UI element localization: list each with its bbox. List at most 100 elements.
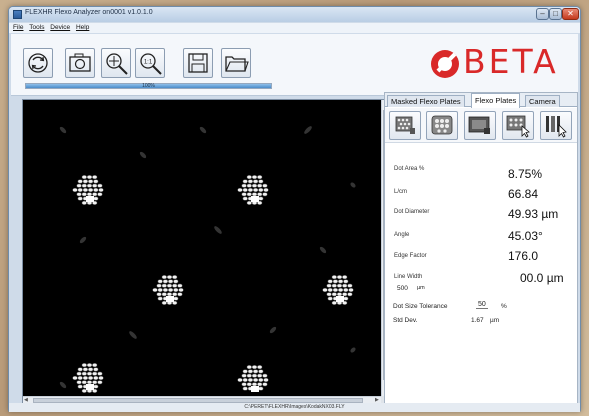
dot-grid-button[interactable] bbox=[389, 111, 421, 140]
halftone-highlight bbox=[251, 386, 259, 392]
menu-file[interactable]: File bbox=[13, 23, 23, 33]
halftone-dot bbox=[331, 275, 337, 280]
halftone-dot bbox=[242, 188, 248, 192]
halftone-dot bbox=[88, 367, 94, 372]
halftone-dot bbox=[242, 179, 248, 184]
halftone-dot bbox=[327, 288, 333, 292]
halftone-dot bbox=[157, 296, 163, 301]
halftone-dot bbox=[326, 292, 332, 297]
tab-camera[interactable]: Camera bbox=[525, 95, 560, 107]
halftone-dot bbox=[262, 373, 268, 378]
halftone-dot bbox=[82, 179, 88, 184]
status-bar: C:\PERET\FLEXHR\Images\KodakNX03.FLY bbox=[9, 403, 580, 412]
halftone-dot bbox=[177, 283, 183, 288]
zoom-actual-button[interactable]: 1:1 bbox=[135, 48, 165, 78]
halftone-dot bbox=[251, 175, 258, 180]
halftone-dot bbox=[257, 175, 263, 180]
dot-size-tolerance-unit: % bbox=[501, 303, 507, 310]
halftone-dot bbox=[161, 283, 167, 288]
dot-area-value: 8.75% bbox=[508, 167, 543, 181]
camera-button[interactable] bbox=[65, 48, 95, 78]
halftone-dot bbox=[342, 292, 348, 297]
halftone-dot bbox=[262, 382, 268, 387]
halftone-dot bbox=[247, 378, 253, 382]
halftone-dot bbox=[257, 382, 263, 387]
dot-cluster-button[interactable] bbox=[426, 111, 458, 140]
halftone-dot bbox=[327, 296, 333, 301]
camera-icon bbox=[69, 53, 91, 72]
halftone-dot bbox=[81, 200, 87, 205]
dot-diameter-value: 49.93 µm bbox=[508, 207, 559, 221]
lpcm-label: L/cm bbox=[394, 189, 408, 195]
line-measure-button[interactable] bbox=[540, 111, 572, 140]
halftone-dot bbox=[258, 179, 264, 184]
halftone-dot bbox=[251, 183, 258, 188]
halftone-dot bbox=[82, 376, 88, 380]
halftone-dot bbox=[168, 279, 174, 284]
save-icon bbox=[188, 53, 208, 73]
halftone-dot bbox=[242, 369, 248, 374]
halftone-dot bbox=[86, 183, 93, 188]
halftone-highlight bbox=[166, 296, 174, 302]
tab-strip: Masked Flexo Plates Flexo Plates Camera bbox=[385, 93, 577, 108]
halftone-dot bbox=[173, 296, 179, 301]
zoom-fit-button[interactable] bbox=[101, 48, 131, 78]
halftone-dot bbox=[257, 183, 263, 188]
image-viewer[interactable]: ▲ ▼ ◀ ▶ bbox=[22, 99, 390, 405]
title-bar: FLEXHR Flexo Analyzer on0001 v1.0.1.0 – … bbox=[9, 7, 580, 22]
halftone-dot bbox=[88, 376, 94, 380]
save-button[interactable] bbox=[183, 48, 213, 78]
halftone-dot bbox=[97, 380, 103, 385]
halftone-dot bbox=[172, 292, 178, 297]
line-width-input[interactable]: 500 bbox=[397, 285, 408, 292]
halftone-dot bbox=[237, 188, 243, 192]
halftone-dot bbox=[241, 382, 247, 387]
tab-flexo-plates[interactable]: Flexo Plates bbox=[471, 93, 521, 108]
halftone-dot bbox=[77, 384, 83, 389]
refresh-icon bbox=[28, 53, 48, 73]
halftone-dot bbox=[246, 192, 252, 197]
halftone-dot bbox=[157, 279, 163, 284]
halftone-dot bbox=[86, 192, 93, 197]
halftone-dot bbox=[173, 279, 179, 284]
halftone-dot bbox=[86, 380, 93, 385]
halftone-dot bbox=[247, 369, 253, 374]
dot-select-button[interactable] bbox=[502, 111, 534, 140]
minimize-button[interactable]: – bbox=[536, 8, 549, 20]
halftone-dot bbox=[82, 367, 88, 372]
halftone-dot bbox=[241, 373, 247, 378]
halftone-dot bbox=[336, 275, 343, 280]
halftone-highlight bbox=[251, 196, 259, 202]
menu-tools[interactable]: Tools bbox=[29, 23, 44, 33]
tab-masked-flexo-plates[interactable]: Masked Flexo Plates bbox=[387, 95, 465, 107]
screen-analysis-button[interactable] bbox=[464, 111, 496, 140]
beta-logo-text: BETA bbox=[463, 42, 559, 81]
halftone-dot bbox=[343, 296, 349, 301]
halftone-dot bbox=[77, 196, 83, 201]
halftone-dot bbox=[172, 283, 178, 288]
halftone-dot bbox=[246, 365, 252, 370]
halftone-dot bbox=[251, 192, 258, 197]
halftone-dot bbox=[246, 175, 252, 180]
menu-device[interactable]: Device bbox=[50, 23, 70, 33]
open-folder-button[interactable] bbox=[221, 48, 251, 78]
halftone-dot bbox=[242, 386, 248, 391]
halftone-dot bbox=[258, 386, 264, 391]
halftone-dot bbox=[156, 283, 162, 288]
dot-size-tolerance-label: Dot Size Tolerance bbox=[393, 303, 448, 310]
close-button[interactable]: ✕ bbox=[562, 8, 579, 20]
dot-size-tolerance-input[interactable]: 50 bbox=[476, 301, 488, 309]
analysis-tool-row bbox=[385, 108, 577, 143]
menu-help[interactable]: Help bbox=[76, 23, 89, 33]
maximize-button[interactable]: □ bbox=[549, 8, 562, 20]
halftone-dot bbox=[86, 363, 93, 368]
progress-bar: 100% bbox=[25, 83, 272, 89]
halftone-dot bbox=[86, 175, 93, 180]
refresh-button[interactable] bbox=[23, 48, 53, 78]
halftone-dot bbox=[81, 175, 87, 180]
halftone-dot bbox=[251, 365, 258, 370]
zoom-actual-icon: 1:1 bbox=[140, 53, 162, 75]
halftone-dot bbox=[241, 183, 247, 188]
halftone-dot bbox=[246, 200, 252, 205]
halftone-dot bbox=[258, 196, 264, 201]
